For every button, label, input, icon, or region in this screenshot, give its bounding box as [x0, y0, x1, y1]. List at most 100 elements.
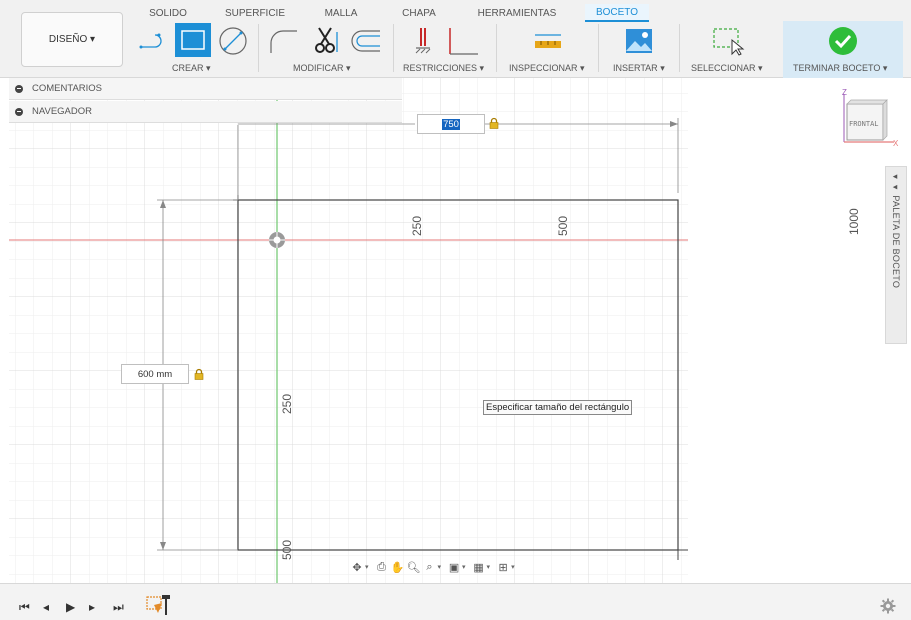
next-step-icon[interactable]: ▸ — [89, 600, 95, 614]
toolbar: DISEÑO ▾ SOLIDO SUPERFICIE MALLA CHAPA H… — [0, 0, 911, 78]
modificar-label: MODIFICAR — [293, 63, 344, 73]
zoom-icon[interactable]: 🔍︎ — [406, 561, 422, 574]
line-tool[interactable] — [136, 25, 170, 57]
display-dropdown[interactable]: ▾ — [462, 563, 466, 571]
ruler-label-1000-top: 1000 — [847, 208, 861, 235]
timeline: ⏮ ◂ ▶ ▸ ⏭ — [0, 583, 911, 620]
sketch-palette-label[interactable]: ◂◂ PALETA DE BOCETO — [891, 172, 901, 288]
workspace-label: DISEÑO — [48, 34, 88, 45]
last-frame-icon[interactable]: ⏭ — [113, 600, 124, 615]
perpendicular-tool[interactable] — [446, 25, 480, 57]
offset-tool[interactable] — [348, 25, 382, 57]
separator — [393, 24, 394, 72]
fillet-tool[interactable] — [266, 25, 300, 57]
restricciones-label: RESTRICCIONES — [403, 63, 478, 73]
grid-icon[interactable]: ▦ — [471, 561, 487, 574]
seleccionar-menu[interactable]: SELECCIONAR ▾ — [691, 63, 763, 74]
grid-dropdown[interactable]: ▾ — [487, 563, 491, 571]
fit-icon[interactable]: ⌕ — [422, 561, 438, 574]
tab-chapa[interactable]: CHAPA — [396, 4, 442, 22]
insertar-menu[interactable]: INSERTAR ▾ — [613, 63, 665, 74]
right-view-area — [688, 78, 911, 583]
sketch-feature-icon[interactable] — [145, 593, 173, 617]
line-icon — [139, 33, 162, 49]
separator — [496, 24, 497, 72]
tab-malla[interactable]: MALLA — [318, 4, 364, 22]
fillet-icon — [270, 30, 297, 53]
circle-icon — [219, 27, 247, 55]
tab-superficie[interactable]: SUPERFICIE — [222, 4, 288, 22]
rectangle-size-tooltip: Especificar tamaño del rectángulo — [483, 400, 633, 415]
insertar-label: INSERTAR — [613, 63, 658, 73]
viewcube-face-label: FRONTAL — [849, 120, 879, 128]
lock-icon[interactable] — [193, 368, 205, 380]
ruler-label-250-top: 250 — [410, 215, 424, 236]
separator — [598, 24, 599, 72]
select-icon — [713, 28, 745, 56]
inspeccionar-menu[interactable]: INSPECCIONAR ▾ — [509, 63, 585, 74]
perpendicular-icon — [449, 28, 478, 55]
orbit-dropdown[interactable]: ▾ — [365, 563, 369, 571]
inspeccionar-label: INSPECCIONAR — [509, 63, 578, 73]
image-icon — [626, 29, 652, 53]
select-tool[interactable] — [710, 25, 746, 57]
gear-icon[interactable] — [880, 598, 896, 614]
viewcube-z-label: Z — [842, 88, 847, 97]
comments-label: COMENTARIOS — [32, 83, 103, 94]
orbit-icon[interactable]: ✥ — [349, 561, 365, 574]
previous-step-icon[interactable]: ◂ — [43, 600, 49, 614]
crear-menu[interactable]: CREAR ▾ — [172, 63, 211, 74]
workspace-switcher[interactable]: DISEÑO ▾ — [21, 12, 123, 67]
modificar-menu[interactable]: MODIFICAR ▾ — [293, 63, 351, 74]
rectangle-tool[interactable] — [175, 23, 211, 57]
constraint-icon — [415, 28, 431, 54]
comments-panel-header[interactable]: COMENTARIOS — [9, 78, 402, 100]
tab-herramientas[interactable]: HERRAMIENTAS — [472, 4, 562, 22]
offset-icon — [351, 30, 380, 52]
height-dimension-input[interactable]: 600 mm — [121, 364, 189, 384]
viewports-icon[interactable]: ⊞ — [495, 561, 511, 574]
measure-tool[interactable] — [530, 25, 566, 57]
terminar-label: TERMINAR BOCETO — [793, 63, 881, 73]
plus-icon — [15, 107, 23, 116]
play-icon[interactable]: ▶ — [66, 600, 75, 614]
ruler-label-500-top: 500 — [556, 215, 570, 236]
display-icon[interactable]: ▣ — [446, 561, 462, 574]
sketch-canvas[interactable]: 250 500 750 250 500 750 600 mm Especific… — [9, 78, 688, 583]
lock-icon[interactable] — [488, 117, 500, 129]
viewports-dropdown[interactable]: ▾ — [511, 563, 515, 571]
ruler-label-250-left: 250 — [280, 393, 294, 414]
rectangle-icon — [181, 30, 205, 50]
pan-icon[interactable]: ✋ — [390, 561, 406, 574]
tab-boceto[interactable]: BOCETO — [585, 4, 649, 22]
restricciones-menu[interactable]: RESTRICCIONES ▾ — [403, 63, 484, 74]
navigation-bar: ✥ ▾ ⎙ ✋ 🔍︎ ⌕ ▾ ▣ ▾ ▦ ▾ ⊞ ▾ — [349, 555, 571, 579]
width-value: 750 — [442, 118, 460, 130]
tab-solido[interactable]: SOLIDO — [143, 4, 193, 22]
plus-icon — [15, 84, 23, 93]
width-dimension-input[interactable]: 750 — [417, 114, 485, 134]
fit-dropdown[interactable]: ▾ — [438, 563, 442, 571]
circle-tool[interactable] — [216, 25, 250, 57]
seleccionar-label: SELECCIONAR — [691, 63, 756, 73]
terminar-menu[interactable]: TERMINAR BOCETO ▾ — [793, 63, 887, 74]
separator — [258, 24, 259, 72]
ruler-label-500-left: 500 — [280, 539, 294, 560]
ruler-icon — [535, 34, 561, 48]
crear-label: CREAR — [172, 63, 204, 73]
viewcube-x-label: X — [893, 139, 899, 148]
sketch-palette-text: PALETA DE BOCETO — [891, 195, 901, 289]
checkmark-icon — [829, 27, 857, 55]
separator — [679, 24, 680, 72]
scissors-icon — [315, 27, 338, 53]
look-at-icon[interactable]: ⎙ — [374, 561, 390, 574]
sketch-grid — [9, 78, 688, 583]
finish-sketch-icon-wrap[interactable] — [827, 25, 859, 57]
first-frame-icon[interactable]: ⏮ — [19, 600, 30, 615]
insert-image-tool[interactable] — [622, 25, 656, 57]
trim-tool[interactable] — [308, 25, 342, 57]
navigator-label: NAVEGADOR — [32, 106, 93, 117]
height-value: 600 mm — [137, 368, 173, 380]
coincident-tool[interactable] — [408, 25, 438, 57]
navigator-panel-header[interactable]: NAVEGADOR — [9, 101, 402, 123]
